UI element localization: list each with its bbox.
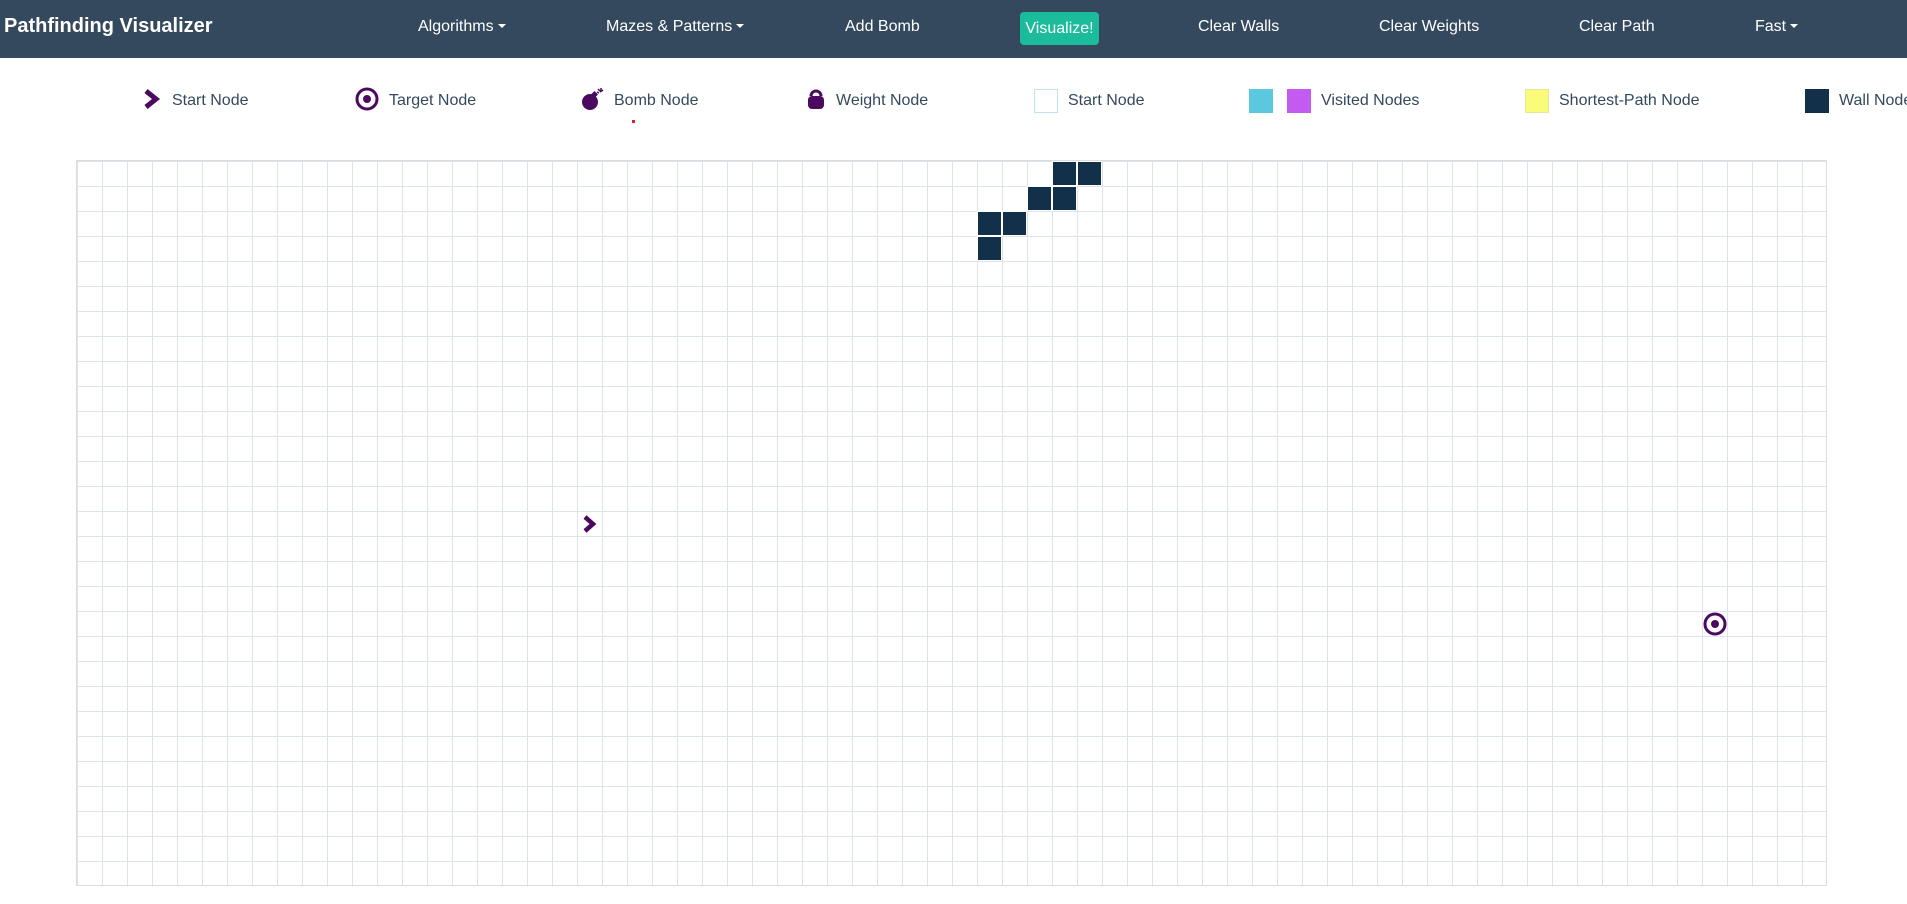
target-icon (355, 87, 379, 116)
legend-wall-label: Wall Node (1839, 92, 1907, 109)
algorithms-dropdown[interactable]: Algorithms (418, 18, 506, 36)
pathfinding-grid[interactable] (76, 160, 1827, 886)
weight-icon (806, 87, 826, 116)
brand-title[interactable]: Pathfinding Visualizer (4, 15, 213, 38)
legend-wall: Wall Node (1805, 89, 1907, 113)
add-bomb-button[interactable]: Add Bomb (845, 18, 920, 36)
caret-down-icon (736, 24, 745, 28)
wall-cell[interactable] (1052, 186, 1077, 211)
legend-bomb-label: Bomb Node (614, 92, 699, 109)
visited-swatch-blue (1249, 89, 1273, 113)
unvisited-swatch (1034, 89, 1058, 113)
wall-cell[interactable] (977, 211, 1002, 236)
cursor-dot (632, 120, 635, 123)
wall-cell[interactable] (1027, 186, 1052, 211)
clear-path-button[interactable]: Clear Path (1579, 18, 1655, 36)
caret-down-icon (497, 24, 506, 28)
legend-unvisited-label: Start Node (1068, 92, 1145, 109)
wall-cell[interactable] (977, 236, 1002, 261)
legend-unvisited: Start Node (1034, 89, 1145, 113)
legend-start: Start Node (142, 88, 249, 115)
wall-swatch (1805, 89, 1829, 113)
start-node[interactable] (577, 511, 602, 536)
legend-weight-label: Weight Node (836, 92, 929, 109)
wall-cell[interactable] (1052, 161, 1077, 186)
visualize-button[interactable]: Visualize! (1020, 12, 1099, 45)
legend-visited: Visited Nodes (1249, 89, 1420, 113)
chevron-right-icon (142, 88, 162, 115)
legend-target-label: Target Node (389, 92, 477, 109)
clear-weights-button[interactable]: Clear Weights (1379, 18, 1479, 36)
legend-visited-label: Visited Nodes (1321, 92, 1420, 109)
wall-cell[interactable] (1077, 161, 1102, 186)
legend-shortest-path: Shortest-Path Node (1525, 89, 1700, 113)
bomb-icon (580, 87, 604, 116)
chevron-right-icon (583, 514, 596, 533)
target-icon (1703, 612, 1726, 635)
speed-label: Fast (1755, 18, 1787, 35)
legend-shortest-path-label: Shortest-Path Node (1559, 92, 1700, 109)
mazes-patterns-dropdown[interactable]: Mazes & Patterns (606, 18, 745, 36)
legend-start-label: Start Node (172, 92, 249, 109)
speed-dropdown[interactable]: Fast (1755, 18, 1799, 36)
clear-walls-button[interactable]: Clear Walls (1198, 18, 1279, 36)
target-node[interactable] (1702, 611, 1727, 636)
legend-weight: Weight Node (806, 89, 929, 112)
visited-swatch-purple (1287, 89, 1311, 113)
legend-target: Target Node (355, 87, 477, 112)
shortest-path-swatch (1525, 89, 1549, 113)
legend-bomb: Bomb Node (580, 87, 699, 112)
wall-cell[interactable] (1002, 211, 1027, 236)
caret-down-icon (1790, 24, 1799, 28)
navbar: Pathfinding Visualizer Algorithms Mazes … (0, 0, 1907, 58)
algorithms-label: Algorithms (418, 18, 494, 35)
mazes-label: Mazes & Patterns (606, 18, 733, 35)
